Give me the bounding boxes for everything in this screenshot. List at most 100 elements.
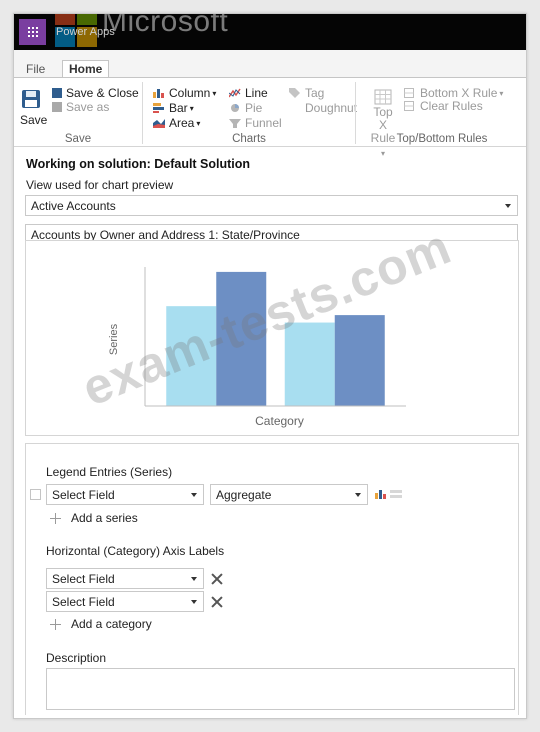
chevron-down-icon: ▾ <box>196 118 201 128</box>
plus-icon <box>50 512 61 524</box>
line-chart-icon <box>229 88 241 98</box>
column-chart-button[interactable]: Column ▾ <box>153 86 216 100</box>
app-launcher-button[interactable] <box>19 19 46 45</box>
save-button[interactable]: Save <box>20 90 48 127</box>
bar-chart-label: Bar <box>169 101 188 115</box>
category-field-value-1: Select Field <box>52 572 115 586</box>
chevron-down-icon <box>505 204 511 208</box>
add-category-label: Add a category <box>71 617 152 631</box>
ribbon-toolbar: Save Save & Close Save as Save Column ▾ B… <box>14 77 526 158</box>
chart-bar <box>284 322 335 406</box>
chevron-down-icon <box>191 577 197 581</box>
area-chart-button[interactable]: Area ▾ <box>153 116 200 130</box>
series-field-value: Select Field <box>52 488 115 502</box>
line-chart-button[interactable]: Line <box>229 86 268 100</box>
x-axis-label: Category <box>255 414 304 428</box>
category-field-select-1[interactable]: Select Field <box>46 568 204 589</box>
tag-chart-button[interactable]: Tag <box>289 86 324 100</box>
pie-chart-label: Pie <box>245 101 263 115</box>
remove-category-2-icon[interactable] <box>211 596 223 608</box>
remove-category-1-icon[interactable] <box>211 573 223 585</box>
app-name: Power Apps <box>56 26 115 38</box>
save-as-label: Save as <box>66 100 110 114</box>
view-select[interactable]: Active Accounts <box>25 195 518 216</box>
chart-canvas: Category Series <box>108 267 406 428</box>
chart-bar <box>166 306 217 406</box>
save-close-button[interactable]: Save & Close <box>52 86 139 100</box>
ribbon-group-charts: Column ▾ Bar ▾ Area ▾ Line Pie Funnel Ta… <box>143 78 357 148</box>
bottom-x-rule-button[interactable]: Bottom X Rule ▾ <box>404 86 503 100</box>
microsoft-watermark: Microsoft <box>102 13 229 38</box>
add-category-button[interactable]: Add a category <box>50 617 152 631</box>
aggregate-select[interactable]: Aggregate <box>210 484 368 505</box>
chart-preview: Category Series <box>25 240 519 436</box>
tag-chart-icon <box>289 88 300 98</box>
save-as-icon <box>52 102 62 112</box>
chevron-down-icon: ▾ <box>499 88 504 98</box>
solution-title: Working on solution: Default Solution <box>26 157 251 171</box>
bottom-x-rule-icon <box>404 88 414 98</box>
clear-rules-label: Clear Rules <box>420 99 483 113</box>
funnel-chart-label: Funnel <box>245 116 282 130</box>
funnel-chart-button[interactable]: Funnel <box>229 116 282 130</box>
ribbon-tabs: File Home <box>14 50 526 78</box>
category-field-value-2: Select Field <box>52 595 115 609</box>
add-series-button[interactable]: Add a series <box>50 511 138 525</box>
area-chart-label: Area <box>169 116 195 130</box>
add-series-label: Add a series <box>71 511 138 525</box>
description-textarea[interactable] <box>46 668 515 710</box>
charts-group-label: Charts <box>232 133 266 145</box>
save-close-label: Save & Close <box>66 86 139 100</box>
clear-rules-button[interactable]: Clear Rules <box>404 99 483 113</box>
pie-chart-button[interactable]: Pie <box>229 101 262 115</box>
chevron-down-icon <box>191 493 197 497</box>
y-axis-label: Series <box>108 323 120 355</box>
chevron-down-icon: ▾ <box>212 88 217 98</box>
ribbon-group-save: Save Save & Close Save as Save <box>14 78 142 148</box>
top-x-rule-icon <box>374 89 392 105</box>
save-button-label: Save <box>20 113 48 127</box>
top-x-rule-button[interactable]: Top X Rule ▾ <box>368 89 398 160</box>
topbottom-group-label: Top/Bottom Rules <box>396 133 488 145</box>
app-header-bar: Microsoft Power Apps <box>14 14 526 50</box>
doughnut-chart-label: Doughnut <box>305 101 358 115</box>
chart-bar <box>216 271 267 406</box>
save-group-label: Save <box>64 133 92 145</box>
floppy-disk-icon <box>22 90 40 108</box>
series-field-select[interactable]: Select Field <box>46 484 204 505</box>
bar-chart-icon <box>153 103 164 113</box>
tab-file[interactable]: File <box>20 61 51 78</box>
tab-home[interactable]: Home <box>62 60 110 78</box>
column-chart-label: Column <box>169 86 211 100</box>
category-field-select-2[interactable]: Select Field <box>46 591 204 612</box>
view-label: View used for chart preview <box>26 178 174 192</box>
bar-chart-button[interactable]: Bar ▾ <box>153 101 194 115</box>
area-chart-icon <box>153 119 165 128</box>
funnel-chart-icon <box>229 119 241 128</box>
save-as-button[interactable]: Save as <box>52 100 109 114</box>
series-checkbox[interactable] <box>30 489 41 500</box>
top-x-rule-label-line1: Top X <box>373 105 393 132</box>
chevron-down-icon <box>355 493 361 497</box>
ribbon-group-topbottom: Top X Rule ▾ Bottom X Rule ▾ Clear Rules … <box>356 78 526 158</box>
chevron-down-icon: ▾ <box>380 149 385 158</box>
save-close-icon <box>52 88 62 98</box>
clear-rules-icon <box>404 101 414 111</box>
pie-chart-icon <box>231 104 239 112</box>
bottom-x-rule-label: Bottom X Rule <box>420 86 498 100</box>
chart-bar <box>334 315 385 406</box>
legend-entries-label: Legend Entries (Series) <box>46 465 173 479</box>
series-options-icon[interactable] <box>390 489 402 499</box>
aggregate-value: Aggregate <box>216 488 272 502</box>
waffle-icon <box>27 27 38 37</box>
column-chart-icon <box>153 89 164 98</box>
line-chart-label: Line <box>245 86 268 100</box>
chevron-down-icon: ▾ <box>189 103 194 113</box>
plus-icon <box>50 618 61 630</box>
view-select-value: Active Accounts <box>31 199 116 213</box>
category-axis-label: Horizontal (Category) Axis Labels <box>46 544 225 558</box>
chevron-down-icon <box>191 600 197 604</box>
series-chart-type-icon[interactable] <box>375 489 386 499</box>
tag-chart-label: Tag <box>305 86 325 100</box>
doughnut-chart-button[interactable]: Doughnut <box>289 101 357 115</box>
